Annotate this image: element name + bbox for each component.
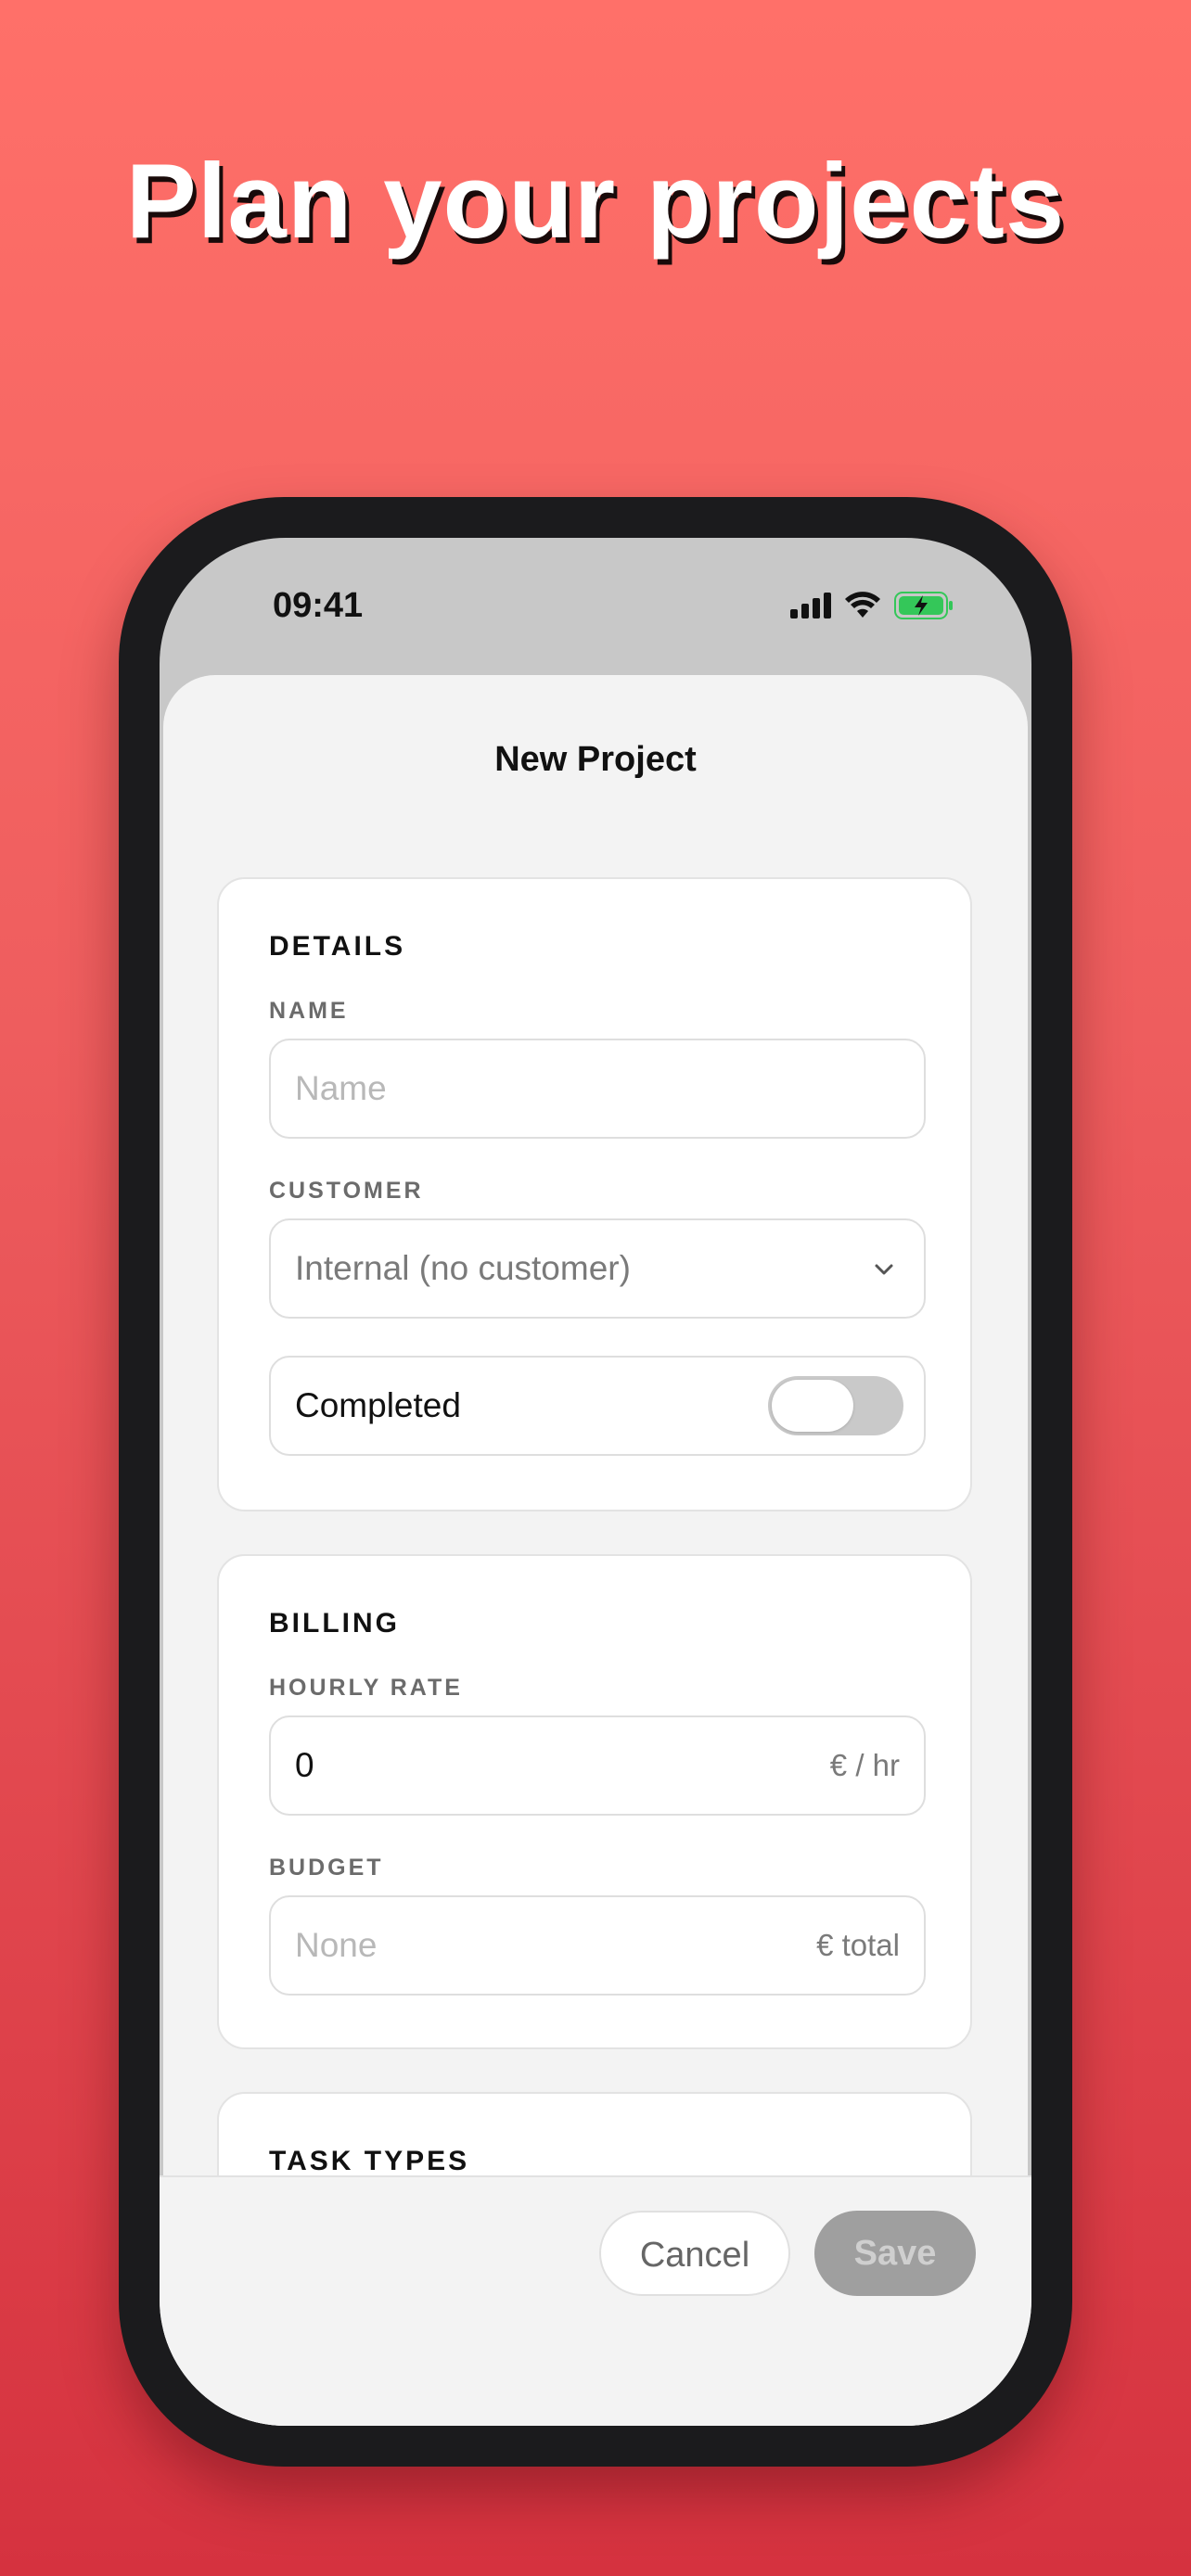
budget-input[interactable]: None € total xyxy=(269,1895,926,1996)
headline: Plan your projects xyxy=(125,143,1066,261)
details-card: DETAILS NAME Name CUSTOMER Internal (no … xyxy=(217,877,972,1511)
task-types-title: TASK TYPES xyxy=(269,2146,470,2176)
name-label: NAME xyxy=(269,998,349,1024)
hourly-rate-label: HOURLY RATE xyxy=(269,1675,463,1701)
completed-label: Completed xyxy=(295,1386,461,1424)
new-project-sheet: New Project DETAILS NAME Name CUSTOMER I… xyxy=(163,675,1028,2426)
hourly-rate-value: 0 xyxy=(295,1746,314,1784)
billing-title: BILLING xyxy=(269,1608,400,1639)
budget-label: BUDGET xyxy=(269,1855,384,1881)
name-input[interactable]: Name xyxy=(269,1039,926,1139)
hourly-rate-suffix: € / hr xyxy=(829,1748,900,1782)
sheet-title: New Project xyxy=(494,740,697,779)
cancel-button[interactable]: Cancel xyxy=(599,2211,790,2296)
wifi-icon xyxy=(844,592,881,624)
customer-value: Internal (no customer) xyxy=(295,1249,631,1287)
phone-screen: 09:41 New Project DETAILS NAME Name CUST… xyxy=(160,538,1031,2426)
toggle-knob xyxy=(772,1380,853,1432)
completed-toggle[interactable] xyxy=(768,1376,903,1435)
status-time: 09:41 xyxy=(273,586,364,625)
cellular-signal-icon xyxy=(790,593,831,623)
status-icons xyxy=(790,592,954,624)
budget-suffix: € total xyxy=(816,1928,900,1962)
budget-placeholder: None xyxy=(295,1926,378,1964)
status-bar: 09:41 xyxy=(160,538,1031,668)
hourly-rate-input[interactable]: 0 € / hr xyxy=(269,1715,926,1816)
sheet-footer: Cancel Save xyxy=(160,2175,1031,2426)
customer-select[interactable]: Internal (no customer) xyxy=(269,1218,926,1319)
chevron-down-icon xyxy=(872,1257,896,1286)
battery-charging-icon xyxy=(894,592,954,624)
name-placeholder: Name xyxy=(295,1069,387,1107)
customer-label: CUSTOMER xyxy=(269,1178,424,1204)
details-title: DETAILS xyxy=(269,931,406,962)
completed-row: Completed xyxy=(269,1356,926,1456)
billing-card: BILLING HOURLY RATE 0 € / hr BUDGET None… xyxy=(217,1554,972,2049)
phone-frame: 09:41 New Project DETAILS NAME Name CUST… xyxy=(119,497,1072,2467)
save-button[interactable]: Save xyxy=(814,2211,976,2296)
